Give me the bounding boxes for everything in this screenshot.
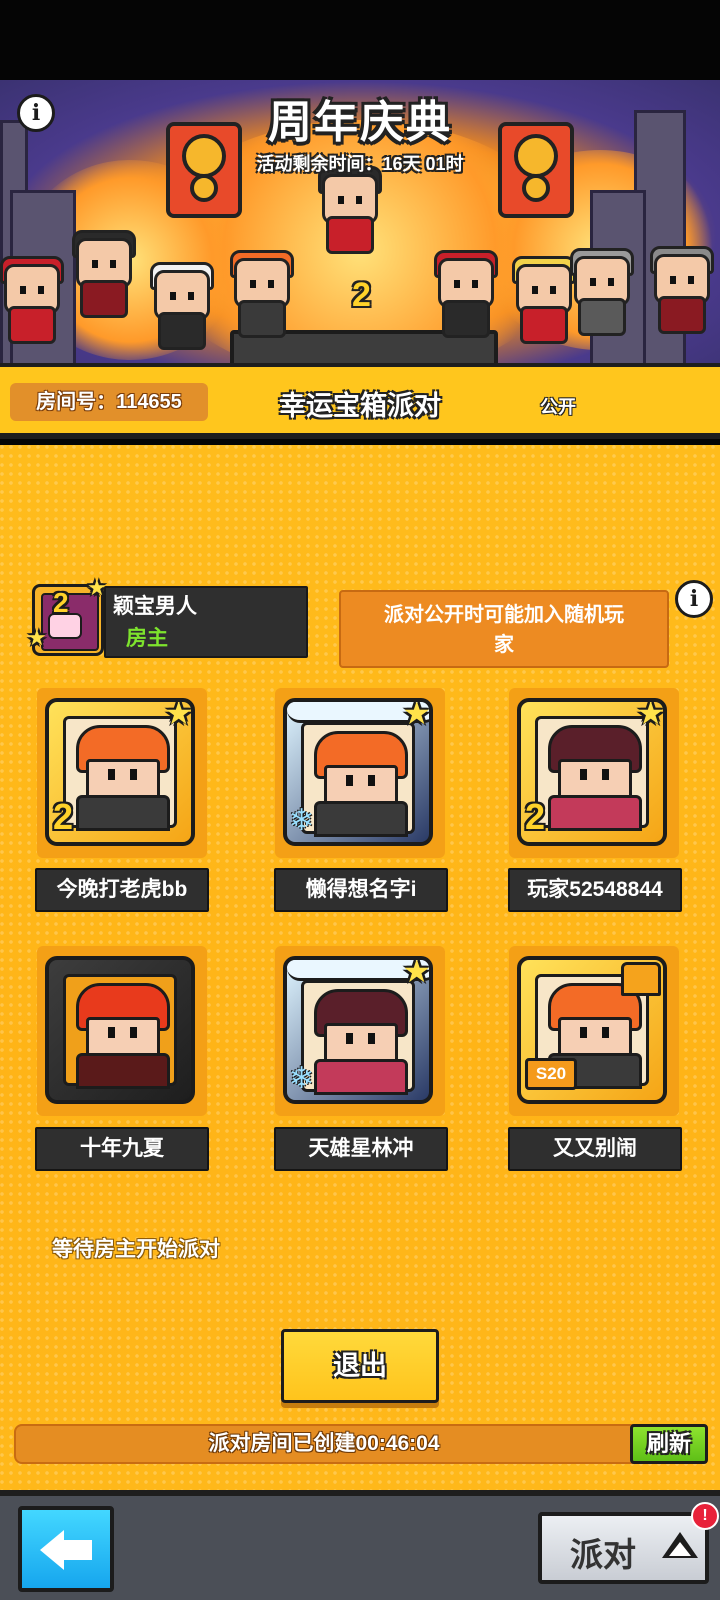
player-name: 懒得想名字i [274, 868, 448, 912]
host-role: 房主 [126, 627, 168, 650]
player-name: 天雄星林冲 [274, 1127, 448, 1171]
party-menu-label: 派对 [570, 1536, 636, 1573]
alert-badge-icon: ! [691, 1502, 719, 1530]
snowflake-icon: ❄ [289, 804, 315, 837]
player-name: 十年九夏 [35, 1127, 209, 1171]
snowflake-icon: ❄ [289, 1062, 315, 1095]
player-name: 玩家52548844 [508, 868, 682, 912]
host-avatar[interactable]: 2 ★ ★ [27, 575, 107, 656]
public-party-notice: 派对公开时可能加入随机玩家 [339, 590, 669, 668]
event-title: 周年庆典 [268, 98, 452, 147]
season-badge: S20 [525, 1058, 577, 1090]
character-figure [0, 256, 64, 344]
host-badge-level: 2 [53, 587, 69, 618]
character-figure [650, 246, 714, 334]
star-icon: ★ [27, 625, 47, 650]
character-figure [434, 250, 498, 338]
star-icon: ★ [402, 698, 431, 731]
room-created-timer: 派对房间已创建00:46:04 [14, 1424, 634, 1464]
player-level-badge: 2 [53, 796, 74, 837]
player-avatar-card[interactable]: S20 [509, 946, 679, 1116]
character-figure [570, 248, 634, 336]
player-avatar-card[interactable]: ❄ ★ [275, 946, 445, 1116]
star-icon: ★ [636, 698, 665, 731]
player-name: 又又别闹 [508, 1127, 682, 1171]
waiting-status: 等待房主开始派对 [52, 1238, 220, 1261]
player-avatar-card[interactable] [37, 946, 207, 1116]
party-info-icon[interactable]: i [675, 580, 713, 618]
player-name: 今晚打老虎bb [35, 868, 209, 912]
back-button[interactable] [18, 1506, 114, 1592]
refresh-button[interactable]: 刷新 [630, 1424, 708, 1464]
visibility-label[interactable]: 公开 [540, 393, 610, 419]
player-avatar-card[interactable]: 2 ★ [509, 688, 679, 858]
player-level-badge: 2 [525, 796, 546, 837]
character-figure [150, 262, 214, 350]
player-avatar-card[interactable]: 2 ★ [37, 688, 207, 858]
star-icon: ★ [402, 956, 431, 989]
character-figure [72, 230, 136, 318]
stage-number: 2 [352, 276, 371, 314]
character-figure [318, 166, 382, 254]
crown-icon [621, 962, 661, 996]
star-icon: ★ [164, 698, 193, 731]
character-figure [512, 256, 576, 344]
host-name: 颖宝男人 [113, 595, 197, 618]
event-remaining-time: 活动剩余时间：16天 01时 [256, 154, 464, 174]
event-info-icon[interactable]: i [17, 94, 55, 132]
room-number: 房间号：114655 [10, 383, 208, 421]
party-name: 幸运宝箱派对 [279, 391, 441, 421]
character-figure [230, 250, 294, 338]
back-arrow-icon [40, 1530, 64, 1570]
player-avatar-card[interactable]: ❄ ★ [275, 688, 445, 858]
exit-button[interactable]: 退出 [281, 1329, 439, 1403]
